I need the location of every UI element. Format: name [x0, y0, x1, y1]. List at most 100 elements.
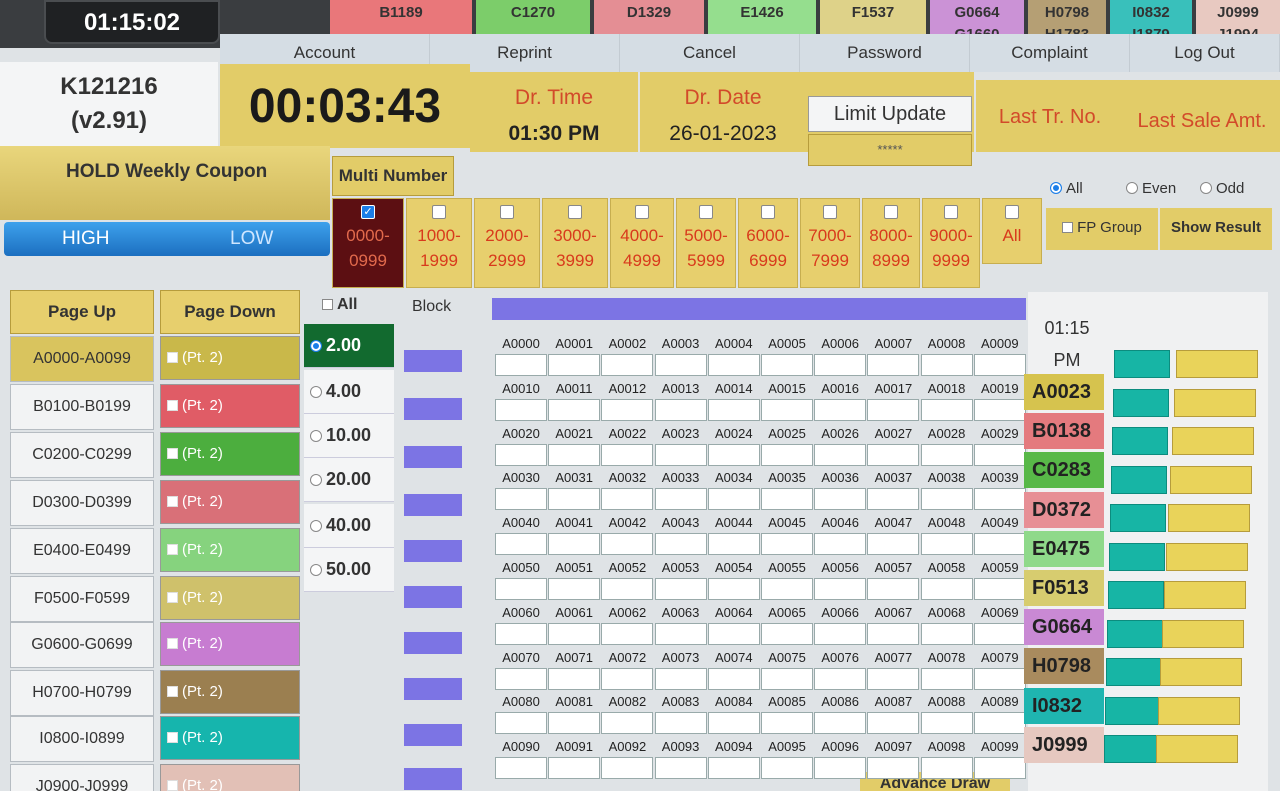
- grid-cell-input[interactable]: [867, 757, 920, 780]
- high-option[interactable]: HIGH: [62, 222, 110, 256]
- grid-cell-input[interactable]: [814, 578, 867, 600]
- part-toggle[interactable]: (Pt. 2): [160, 528, 300, 572]
- grid-cell-input[interactable]: [761, 443, 813, 466]
- grid-cell-input[interactable]: [601, 578, 654, 600]
- page-range-button[interactable]: F0500-F0599: [10, 576, 154, 622]
- result-slot[interactable]: [1112, 427, 1168, 455]
- grid-cell-input[interactable]: [814, 398, 867, 421]
- grid-cell-input[interactable]: [867, 488, 920, 511]
- grid-cell-input[interactable]: [601, 533, 654, 556]
- block-bar[interactable]: [404, 446, 462, 468]
- result-slot[interactable]: [1111, 465, 1167, 494]
- grid-cell-input[interactable]: [814, 622, 867, 645]
- grid-cell-input[interactable]: [548, 488, 601, 511]
- grid-cell-input[interactable]: [654, 622, 707, 645]
- grid-cell-input[interactable]: [973, 622, 1026, 645]
- page-range-button[interactable]: H0700-H0799: [10, 670, 154, 716]
- grid-cell-input[interactable]: [867, 533, 920, 556]
- grid-cell-input[interactable]: [973, 578, 1026, 600]
- grid-cell-input[interactable]: [548, 578, 601, 600]
- high-low-toggle[interactable]: HIGH LOW: [4, 222, 330, 256]
- part-toggle[interactable]: (Pt. 2): [160, 622, 300, 666]
- grid-cell-input[interactable]: [761, 622, 813, 645]
- grid-cell-input[interactable]: [920, 757, 973, 780]
- result-slot[interactable]: [1160, 658, 1242, 686]
- part-toggle[interactable]: (Pt. 2): [160, 336, 300, 380]
- part-toggle[interactable]: (Pt. 2): [160, 576, 300, 620]
- grid-cell-input[interactable]: [973, 398, 1026, 421]
- grid-cell-input[interactable]: [973, 667, 1026, 690]
- grid-cell-input[interactable]: [707, 622, 760, 645]
- grid-cell-input[interactable]: [973, 533, 1026, 556]
- grid-cell-input[interactable]: [601, 757, 654, 780]
- part-toggle[interactable]: (Pt. 2): [160, 716, 300, 760]
- block-bar[interactable]: [404, 494, 462, 516]
- result-slot[interactable]: [1104, 735, 1160, 763]
- result-slot[interactable]: [1108, 581, 1164, 609]
- grid-cell-input[interactable]: [654, 354, 707, 376]
- result-slot[interactable]: [1107, 619, 1163, 648]
- page-range-button[interactable]: C0200-C0299: [10, 432, 154, 478]
- grid-cell-input[interactable]: [814, 533, 867, 556]
- grid-cell-input[interactable]: [920, 578, 973, 600]
- grid-cell-input[interactable]: [707, 667, 760, 690]
- grid-cell-input[interactable]: [601, 488, 654, 511]
- amount-option[interactable]: 10.00: [304, 414, 394, 458]
- grid-cell-input[interactable]: [920, 354, 973, 376]
- grid-cell-input[interactable]: [814, 488, 867, 511]
- range-tab[interactable]: 9000- 9999: [922, 198, 980, 288]
- result-slot[interactable]: [1164, 581, 1246, 609]
- hold-weekly-coupon-button[interactable]: HOLD Weekly Coupon: [0, 146, 330, 220]
- grid-cell-input[interactable]: [495, 757, 547, 780]
- block-bar[interactable]: [404, 768, 462, 790]
- result-slot[interactable]: [1158, 696, 1240, 725]
- result-slot[interactable]: [1109, 542, 1165, 571]
- grid-cell-input[interactable]: [920, 712, 973, 735]
- amount-option[interactable]: 50.00: [304, 548, 394, 592]
- block-bar[interactable]: [404, 398, 462, 420]
- result-slot[interactable]: [1106, 658, 1162, 686]
- amount-option[interactable]: 40.00: [304, 504, 394, 548]
- grid-cell-input[interactable]: [601, 667, 654, 690]
- grid-cell-input[interactable]: [867, 578, 920, 600]
- result-slot[interactable]: [1110, 504, 1166, 532]
- page-range-button[interactable]: A0000-A0099: [10, 336, 154, 382]
- grid-cell-input[interactable]: [761, 578, 813, 600]
- grid-cell-input[interactable]: [654, 712, 707, 735]
- grid-cell-input[interactable]: [495, 443, 547, 466]
- grid-cell-input[interactable]: [495, 488, 547, 511]
- grid-cell-input[interactable]: [761, 757, 813, 780]
- range-tab[interactable]: 7000- 7999: [800, 198, 860, 288]
- grid-cell-input[interactable]: [707, 757, 760, 780]
- grid-cell-input[interactable]: [707, 354, 760, 376]
- grid-cell-input[interactable]: [814, 443, 867, 466]
- grid-cell-input[interactable]: [973, 443, 1026, 466]
- page-down-button[interactable]: Page Down: [160, 290, 300, 334]
- grid-cell-input[interactable]: [548, 622, 601, 645]
- parity-odd[interactable]: Odd: [1200, 180, 1244, 197]
- grid-cell-input[interactable]: [973, 712, 1026, 735]
- grid-cell-input[interactable]: [973, 757, 1026, 780]
- range-tab[interactable]: 4000- 4999: [610, 198, 674, 288]
- amount-option[interactable]: 2.00: [304, 324, 394, 368]
- grid-cell-input[interactable]: [867, 622, 920, 645]
- grid-cell-input[interactable]: [548, 712, 601, 735]
- range-tab[interactable]: 8000- 8999: [862, 198, 920, 288]
- grid-cell-input[interactable]: [920, 533, 973, 556]
- grid-cell-input[interactable]: [761, 533, 813, 556]
- result-slot[interactable]: [1170, 465, 1252, 494]
- range-tab[interactable]: 1000- 1999: [406, 198, 472, 288]
- result-slot[interactable]: [1176, 350, 1258, 378]
- grid-cell-input[interactable]: [920, 488, 973, 511]
- grid-cell-input[interactable]: [601, 622, 654, 645]
- grid-cell-input[interactable]: [707, 443, 760, 466]
- grid-cell-input[interactable]: [601, 354, 654, 376]
- grid-cell-input[interactable]: [867, 443, 920, 466]
- grid-cell-input[interactable]: [814, 354, 867, 376]
- multi-number-button[interactable]: Multi Number: [332, 156, 454, 196]
- grid-cell-input[interactable]: [495, 578, 547, 600]
- block-bar[interactable]: [404, 724, 462, 746]
- grid-cell-input[interactable]: [601, 443, 654, 466]
- fp-group-toggle[interactable]: FP Group: [1046, 208, 1158, 250]
- range-tab[interactable]: 6000- 6999: [738, 198, 798, 288]
